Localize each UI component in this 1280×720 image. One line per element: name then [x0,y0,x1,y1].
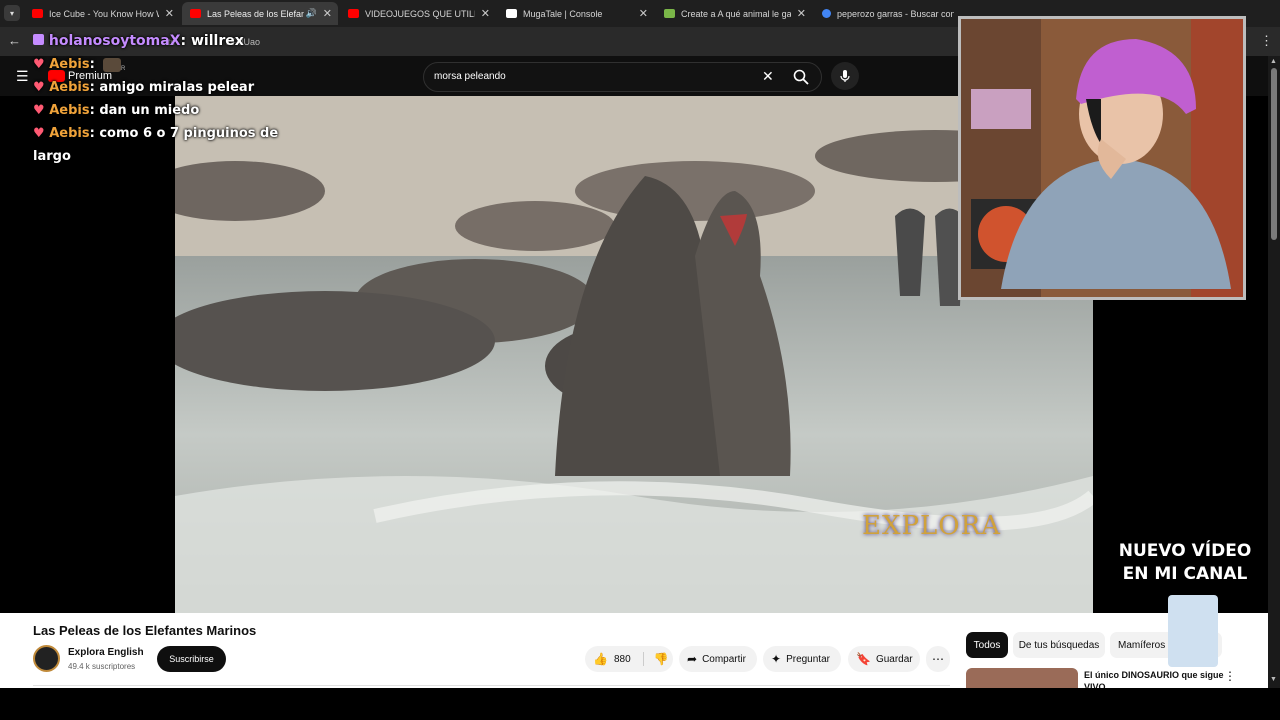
youtube-favicon-icon [32,9,43,18]
close-tab-icon[interactable]: ✕ [639,7,648,20]
google-favicon-icon [822,9,831,18]
share-label: Compartir [702,653,746,665]
chat-text: amigo miralas pelear [99,80,255,95]
promo-line-1: NUEVO VÍDEO [1118,541,1252,561]
chat-message: ♥ Aebis: [33,53,283,76]
chat-message: ♥ Aebis: como 6 o 7 pinguinos de largo [33,126,279,164]
search-box[interactable]: morsa peleando ✕ [423,62,822,92]
heart-icon: ♥ [33,57,45,72]
chat-message: ♥ Aebis: amigo miralas pelear [33,80,255,95]
thumbs-down-icon: 👎 [653,652,669,666]
recommendation-thumbnail[interactable] [966,668,1078,688]
twitch-icon [33,34,44,45]
chat-user: Aebis [49,57,90,72]
heart-icon: ♥ [33,103,45,118]
save-button[interactable]: 🔖 Guardar [848,646,920,672]
bookmark-icon: 🔖 [856,652,871,666]
tab-title: Las Peleas de los Elefantes M [207,8,304,19]
tab-title: Create a A qué animal le ganari [681,8,791,19]
chat-user: Aebis [49,103,90,118]
browser-tab-5[interactable]: Create a A qué animal le ganari ✕ [656,2,812,25]
video-title: Las Peleas de los Elefantes Marinos [33,623,257,638]
browser-tab-4[interactable]: MugaTale | Console ✕ [498,2,654,25]
like-count: 880 [613,653,631,665]
streamer-figure [961,19,1243,297]
tab-title: MugaTale | Console [523,8,603,19]
close-tab-icon[interactable]: ✕ [797,7,806,20]
back-arrow-icon[interactable]: ← [8,33,21,48]
share-icon: ➦ [687,652,698,666]
document-favicon-icon [664,9,675,18]
sparkle-icon: ✦ [771,652,782,666]
chat-user: Aebis [49,126,90,141]
subscribe-button[interactable]: Suscribirse [157,646,226,672]
browser-tab-1[interactable]: Ice Cube - You Know How We D ✕ [24,2,180,25]
tab-title: peperozo garras - Buscar con G [837,8,954,19]
heart-icon: ♥ [33,80,45,95]
search-icon[interactable] [793,69,809,85]
heart-icon: ♥ [33,126,45,141]
youtube-favicon-icon [348,9,359,18]
chat-user: Aebis [49,80,90,95]
browser-tab-6[interactable]: peperozo garras - Buscar con G [814,2,954,25]
divider [33,685,950,686]
chat-message: ♥ Aebis: dan un miedo [33,103,200,118]
chat-text: dan un miedo [99,103,200,118]
filter-chip-todos[interactable]: Todos [966,632,1008,658]
voice-search-mic-icon[interactable] [831,62,859,90]
promo-overlay: NUEVO VÍDEO EN MI CANAL [1105,540,1265,586]
tab-title: VIDEOJUEGOS QUE UTILIZARO [365,8,475,19]
thumbnail-overlay-icon [1168,595,1218,667]
taskbar-strip [0,688,1280,720]
browser-menu-icon[interactable]: ⋮ [1260,33,1273,49]
subscriber-count: 49.4 k suscriptores [68,662,136,671]
chat-message: holanosoytomaX: willrex [33,30,283,53]
youtube-favicon-icon [190,9,201,18]
recommendation-title[interactable]: El único DINOSAURIO que sigue VIVO [1084,669,1224,688]
clear-search-icon[interactable]: ✕ [762,68,774,85]
promo-line-2: EN MI CANAL [1122,564,1248,584]
share-button[interactable]: ➦ Compartir [679,646,757,672]
chat-user: holanosoytomaX [48,33,181,49]
tab-title: Ice Cube - You Know How We D [49,8,159,19]
scrollbar-thumb[interactable] [1271,68,1277,240]
search-input[interactable]: morsa peleando [434,71,506,82]
recommendation-menu-icon[interactable]: ⋮ [1224,669,1236,683]
speaker-icon[interactable]: 🔊 [306,8,317,19]
explora-watermark: EXPLORA [862,511,1001,541]
browser-tab-2-active[interactable]: Las Peleas de los Elefantes M 🔊 ✕ [182,2,338,25]
ask-button[interactable]: ✦ Preguntar [763,646,841,672]
filter-chip-busquedas[interactable]: De tus búsquedas [1013,632,1105,658]
channel-name[interactable]: Explora English [68,647,144,658]
scroll-down-icon[interactable]: ▼ [1270,676,1277,683]
chat-text: willrex [191,33,244,49]
channel-avatar[interactable] [33,645,60,672]
scroll-up-icon[interactable]: ▲ [1270,58,1277,65]
close-tab-icon[interactable]: ✕ [165,7,174,20]
subscribe-label: Suscribirse [169,654,214,664]
save-label: Guardar [875,653,913,665]
more-icon: ⋯ [932,652,944,666]
like-button[interactable]: 👍 880 [585,652,631,666]
more-actions-button[interactable]: ⋯ [926,646,950,672]
streamer-webcam [958,16,1246,300]
browser-tab-3[interactable]: VIDEOJUEGOS QUE UTILIZARO ✕ [340,2,496,25]
like-dislike-group: 👍 880 👎 [585,646,673,672]
close-tab-icon[interactable]: ✕ [323,7,332,20]
hamburger-menu-icon[interactable]: ☰ [16,68,29,85]
page-scrollbar[interactable]: ▲ ▼ [1268,56,1280,688]
mugatale-favicon-icon [506,9,517,18]
dislike-button[interactable]: 👎 [642,652,669,666]
thumbs-up-icon: 👍 [593,652,608,666]
ask-label: Preguntar [786,653,830,665]
stream-chat-overlay: holanosoytomaX: willrex ♥ Aebis: ♥ Aebis… [33,30,283,168]
chat-emote-icon [103,57,122,72]
close-tab-icon[interactable]: ✕ [481,7,490,20]
tab-list-chevron-icon[interactable]: ▾ [4,5,20,21]
video-details: Las Peleas de los Elefantes Marinos Expl… [0,595,1268,688]
